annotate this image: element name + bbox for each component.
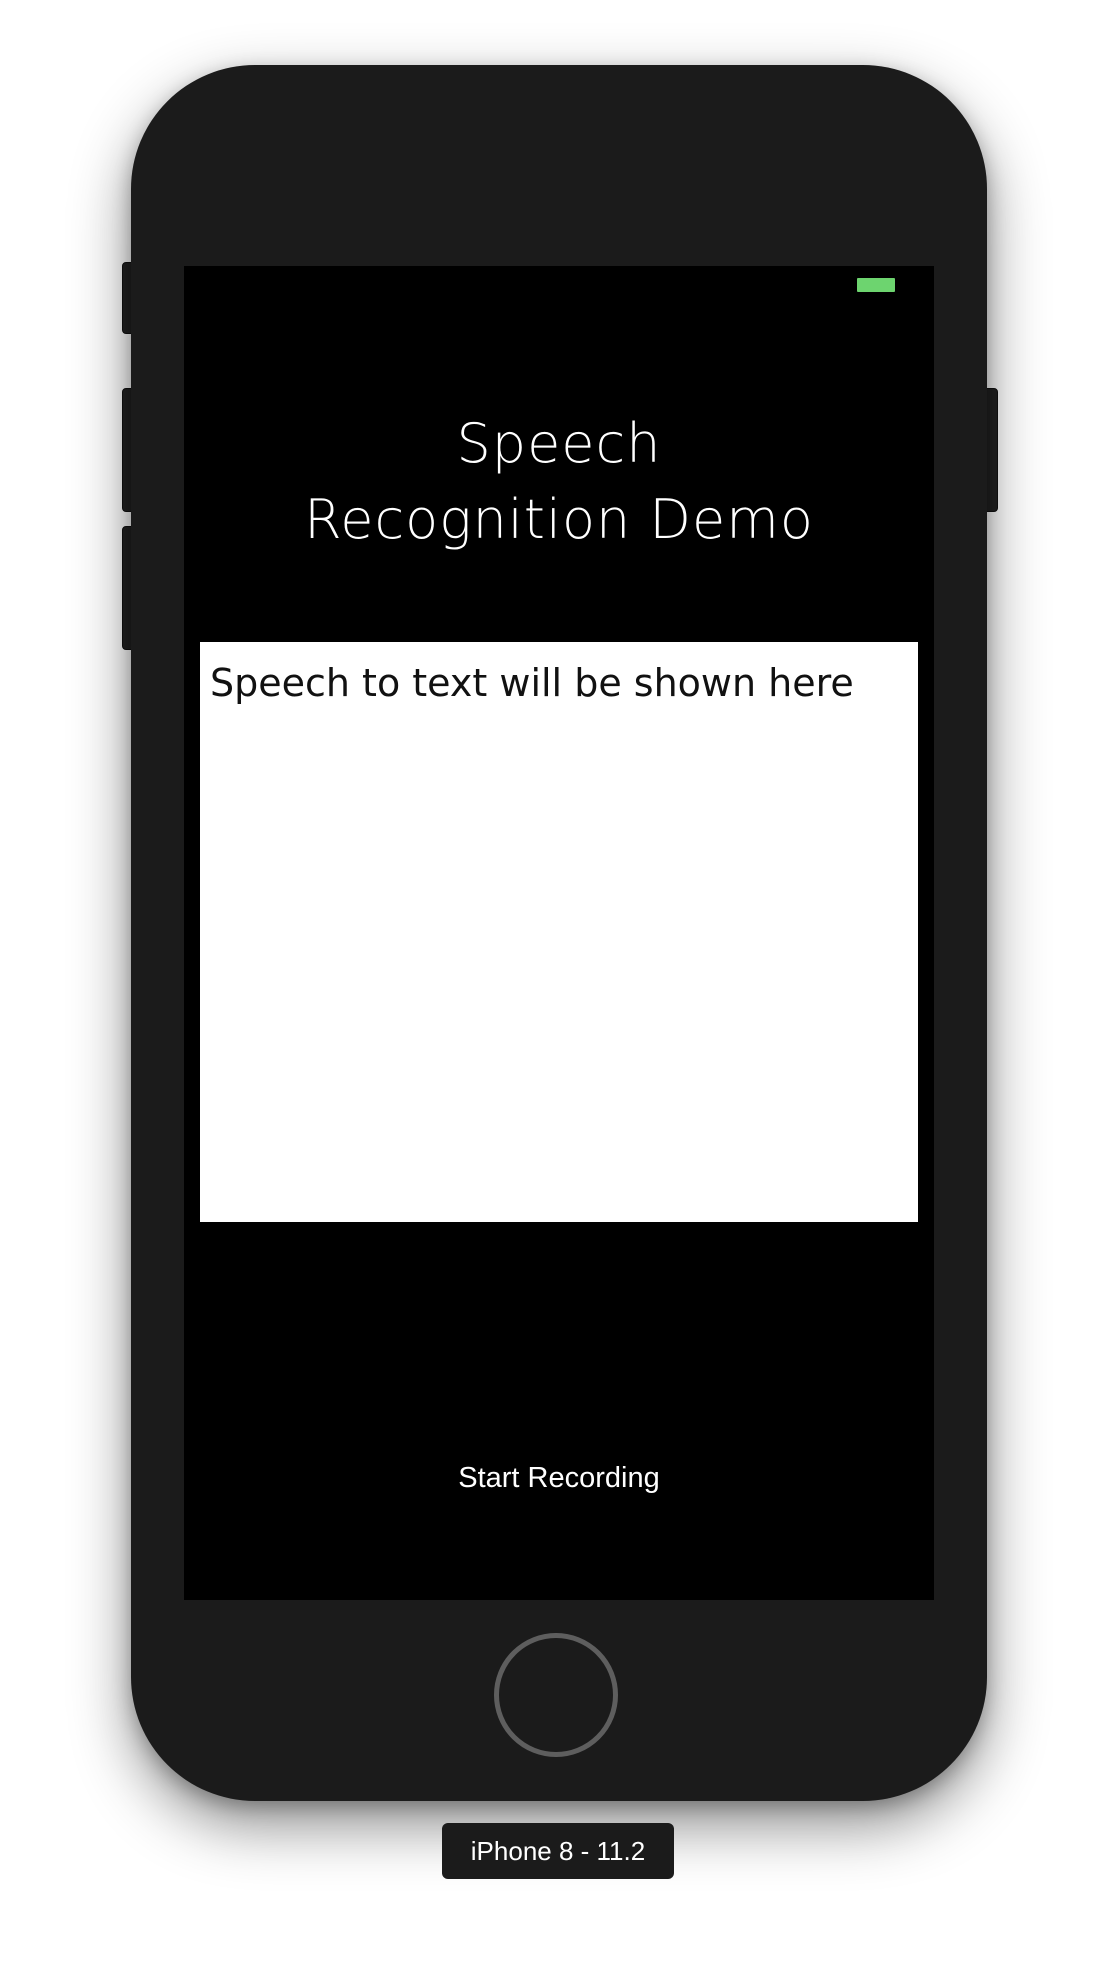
speech-text-content: Speech to text will be shown here bbox=[210, 661, 854, 705]
app-title: Speech Recognition Demo bbox=[184, 406, 934, 558]
home-button[interactable] bbox=[494, 1633, 618, 1757]
speech-text-view[interactable]: Speech to text will be shown here bbox=[200, 642, 918, 1222]
title-line-2: Recognition Demo bbox=[304, 488, 814, 551]
device-screen: Speech Recognition Demo Speech to text w… bbox=[184, 266, 934, 1600]
battery-icon bbox=[857, 278, 895, 292]
start-recording-button[interactable]: Start Recording bbox=[184, 1458, 934, 1498]
device-label: iPhone 8 - 11.2 bbox=[442, 1823, 674, 1879]
title-line-1: Speech bbox=[456, 412, 662, 475]
simulator-window: Speech Recognition Demo Speech to text w… bbox=[0, 0, 1118, 1962]
